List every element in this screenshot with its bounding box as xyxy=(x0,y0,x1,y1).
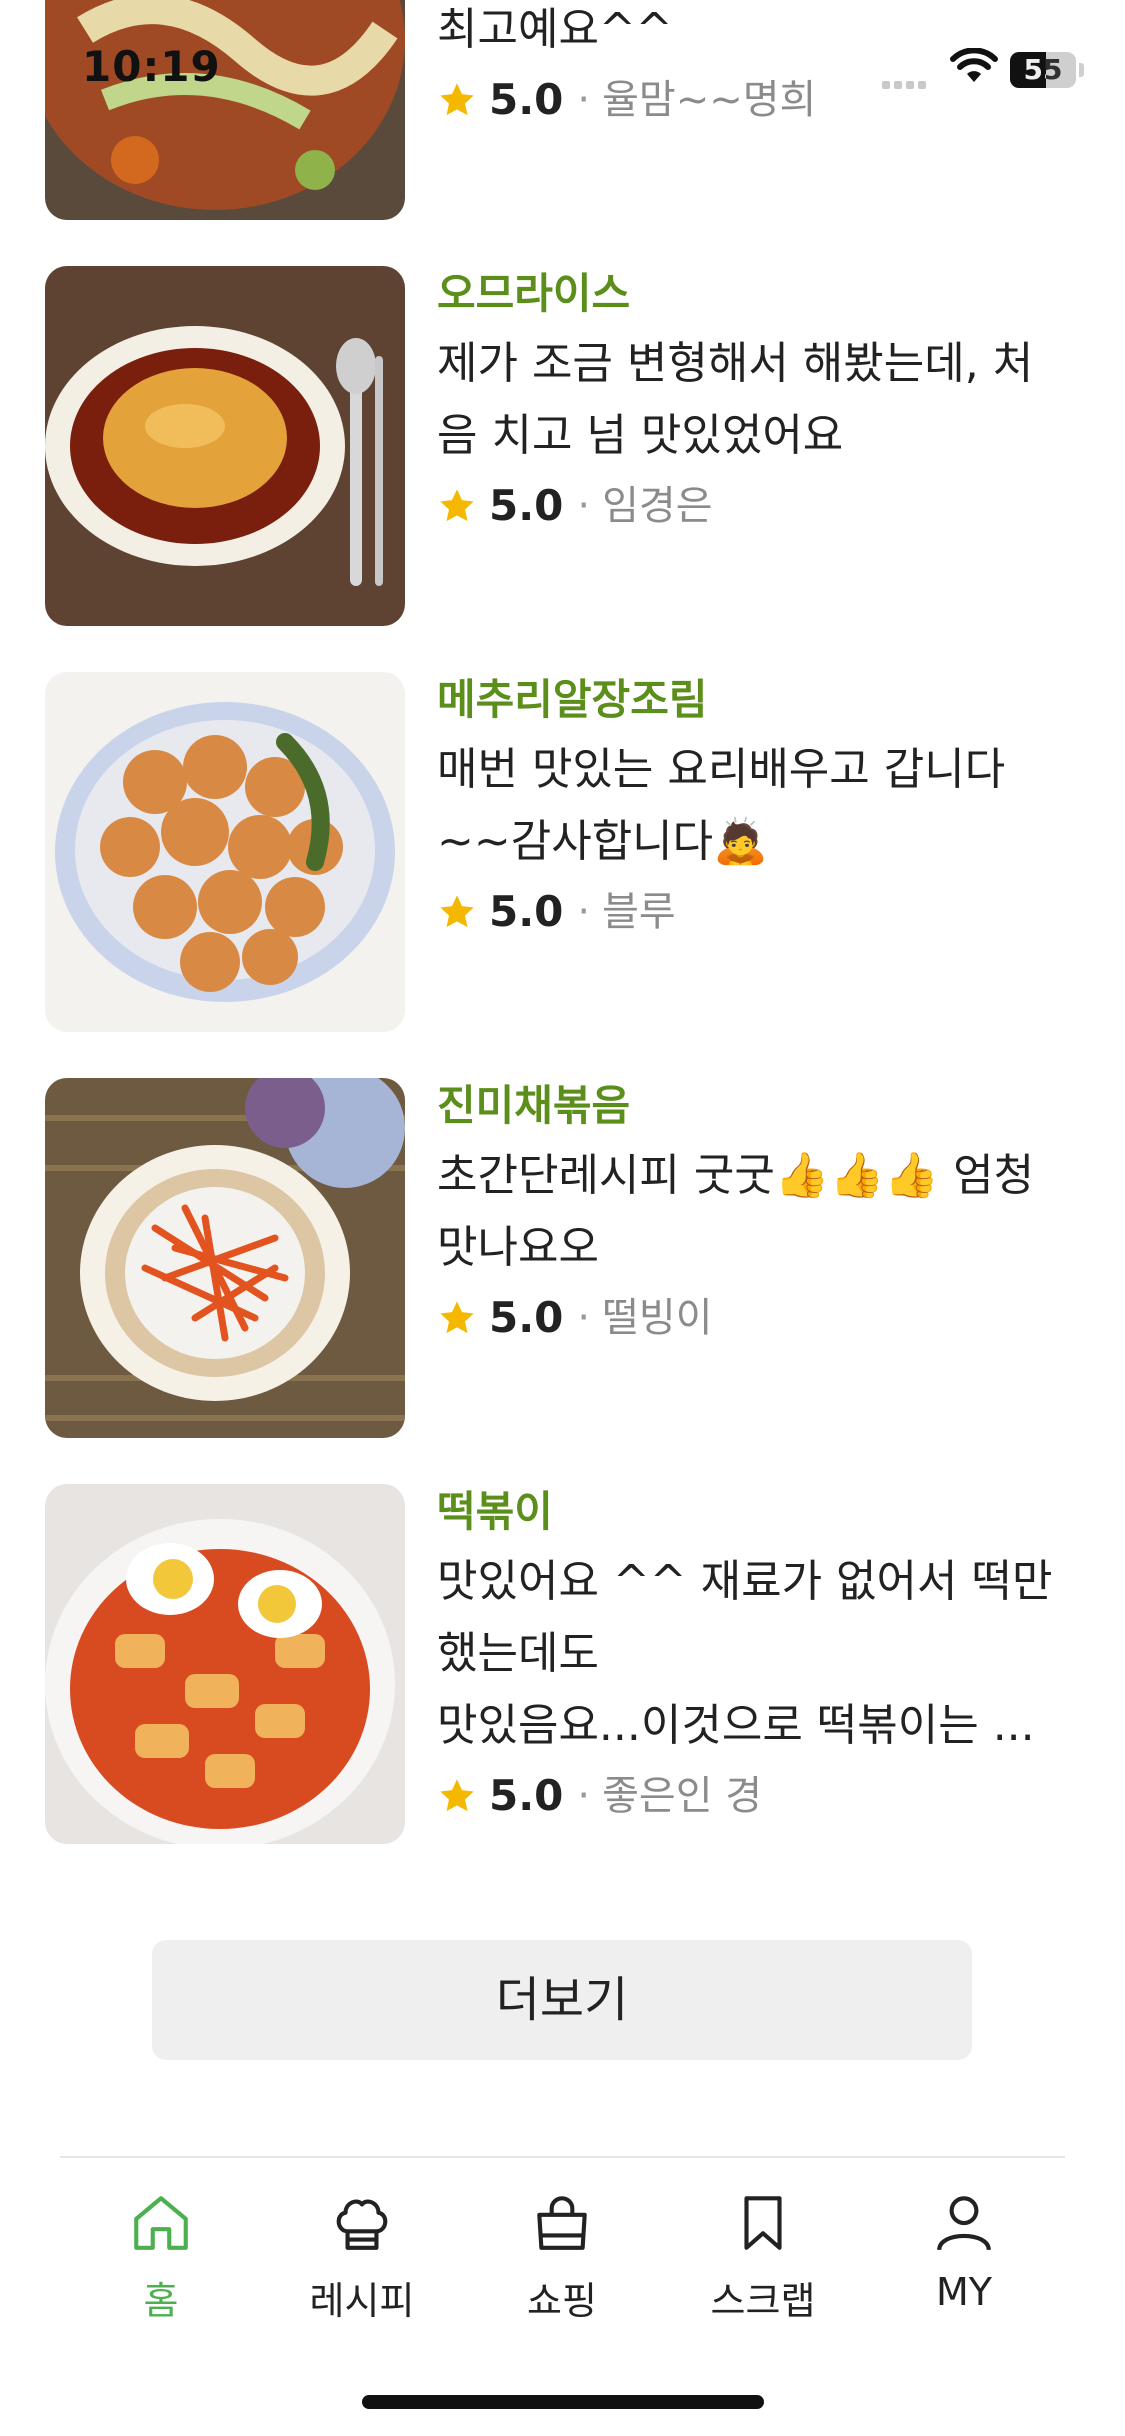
rating-score: 5.0 xyxy=(489,887,564,936)
home-icon xyxy=(134,2196,188,2250)
review-author: 좋은인 경 xyxy=(602,1773,763,1819)
star-icon xyxy=(440,489,474,522)
review-recipe-title[interactable]: 메추리알장조림 xyxy=(437,674,1097,726)
rating-row: 5.0 · 임경은 xyxy=(437,476,1097,536)
recipe-photo-omurice[interactable] xyxy=(45,266,405,626)
review-recipe-title[interactable]: 떡볶이 xyxy=(437,1486,1097,1538)
more-button[interactable]: 더보기 xyxy=(152,1940,972,2060)
review-text: 제가 조금 변형해서 해봤는데, 처 음 치고 넘 맛있었어요 xyxy=(437,338,1034,461)
user-icon xyxy=(937,2196,991,2251)
rating-row: 5.0 · 좋은인 경 xyxy=(437,1766,1097,1826)
recipe-photo-quail-eggs[interactable] xyxy=(45,672,405,1032)
recipe-photo-tteokbokki[interactable] xyxy=(45,1484,405,1844)
rating-row: 5.0 · 율맘~~명희 xyxy=(437,70,1097,130)
review-text: 매번 맛있는 요리배우고 갑니다 ~~감사합니다🙇 xyxy=(437,744,1006,867)
review-text: 너무 맛있어요 최고예요^^ xyxy=(437,4,673,55)
tab-label: 레시피 xyxy=(309,2279,415,2323)
tab-label: 쇼핑 xyxy=(527,2279,597,2323)
review-recipe-title[interactable]: 진미채볶음 xyxy=(437,1080,1097,1132)
tab-label: MY xyxy=(936,2270,992,2314)
tab-label: 스크랩 xyxy=(710,2279,816,2323)
star-icon xyxy=(440,1779,474,1812)
tabbar-divider xyxy=(60,2156,1065,2158)
tab-label: 홈 xyxy=(143,2279,179,2323)
rating-row: 5.0 · 떨빙이 xyxy=(437,1288,1097,1348)
chef-hat-icon xyxy=(336,2199,388,2250)
review-text: 초간단레시피 굿굿👍👍👍 엄청 맛나요오 xyxy=(437,1150,1035,1273)
recipe-photo-stir-fry[interactable] xyxy=(45,0,405,220)
review-author: 임경은 xyxy=(602,483,713,529)
shopping-bag-icon xyxy=(537,2196,587,2250)
star-icon xyxy=(440,1301,474,1334)
review-author: 떨빙이 xyxy=(602,1295,713,1341)
rating-score: 5.0 xyxy=(489,75,564,124)
rating-row: 5.0 · 블루 xyxy=(437,882,1097,942)
tab-my[interactable]: MY xyxy=(864,2190,1064,2314)
tab-home[interactable]: 홈 xyxy=(61,2190,261,2325)
review-author: 블루 xyxy=(602,889,676,935)
home-indicator[interactable] xyxy=(362,2395,764,2409)
rating-score: 5.0 xyxy=(489,1771,564,1820)
bookmark-icon xyxy=(744,2196,782,2250)
review-text: 맛있어요 ^^ 재료가 없어서 떡만 했는데도 맛있음요...이것으로 떡볶이는… xyxy=(437,1556,1053,1751)
recipe-photo-dried-squid[interactable] xyxy=(45,1078,405,1438)
tab-recipe[interactable]: 레시피 xyxy=(262,2190,462,2325)
rating-score: 5.0 xyxy=(489,481,564,530)
tab-shopping[interactable]: 쇼핑 xyxy=(462,2190,662,2325)
rating-score: 5.0 xyxy=(489,1293,564,1342)
review-author: 율맘~~명희 xyxy=(602,77,817,123)
star-icon xyxy=(440,83,474,116)
review-recipe-title[interactable]: 오므라이스 xyxy=(437,268,1097,320)
bottom-tab-bar: 홈 레시피 쇼핑 스크랩 MY xyxy=(0,2170,1125,2340)
tab-scrap[interactable]: 스크랩 xyxy=(663,2190,863,2325)
star-icon xyxy=(440,895,474,928)
